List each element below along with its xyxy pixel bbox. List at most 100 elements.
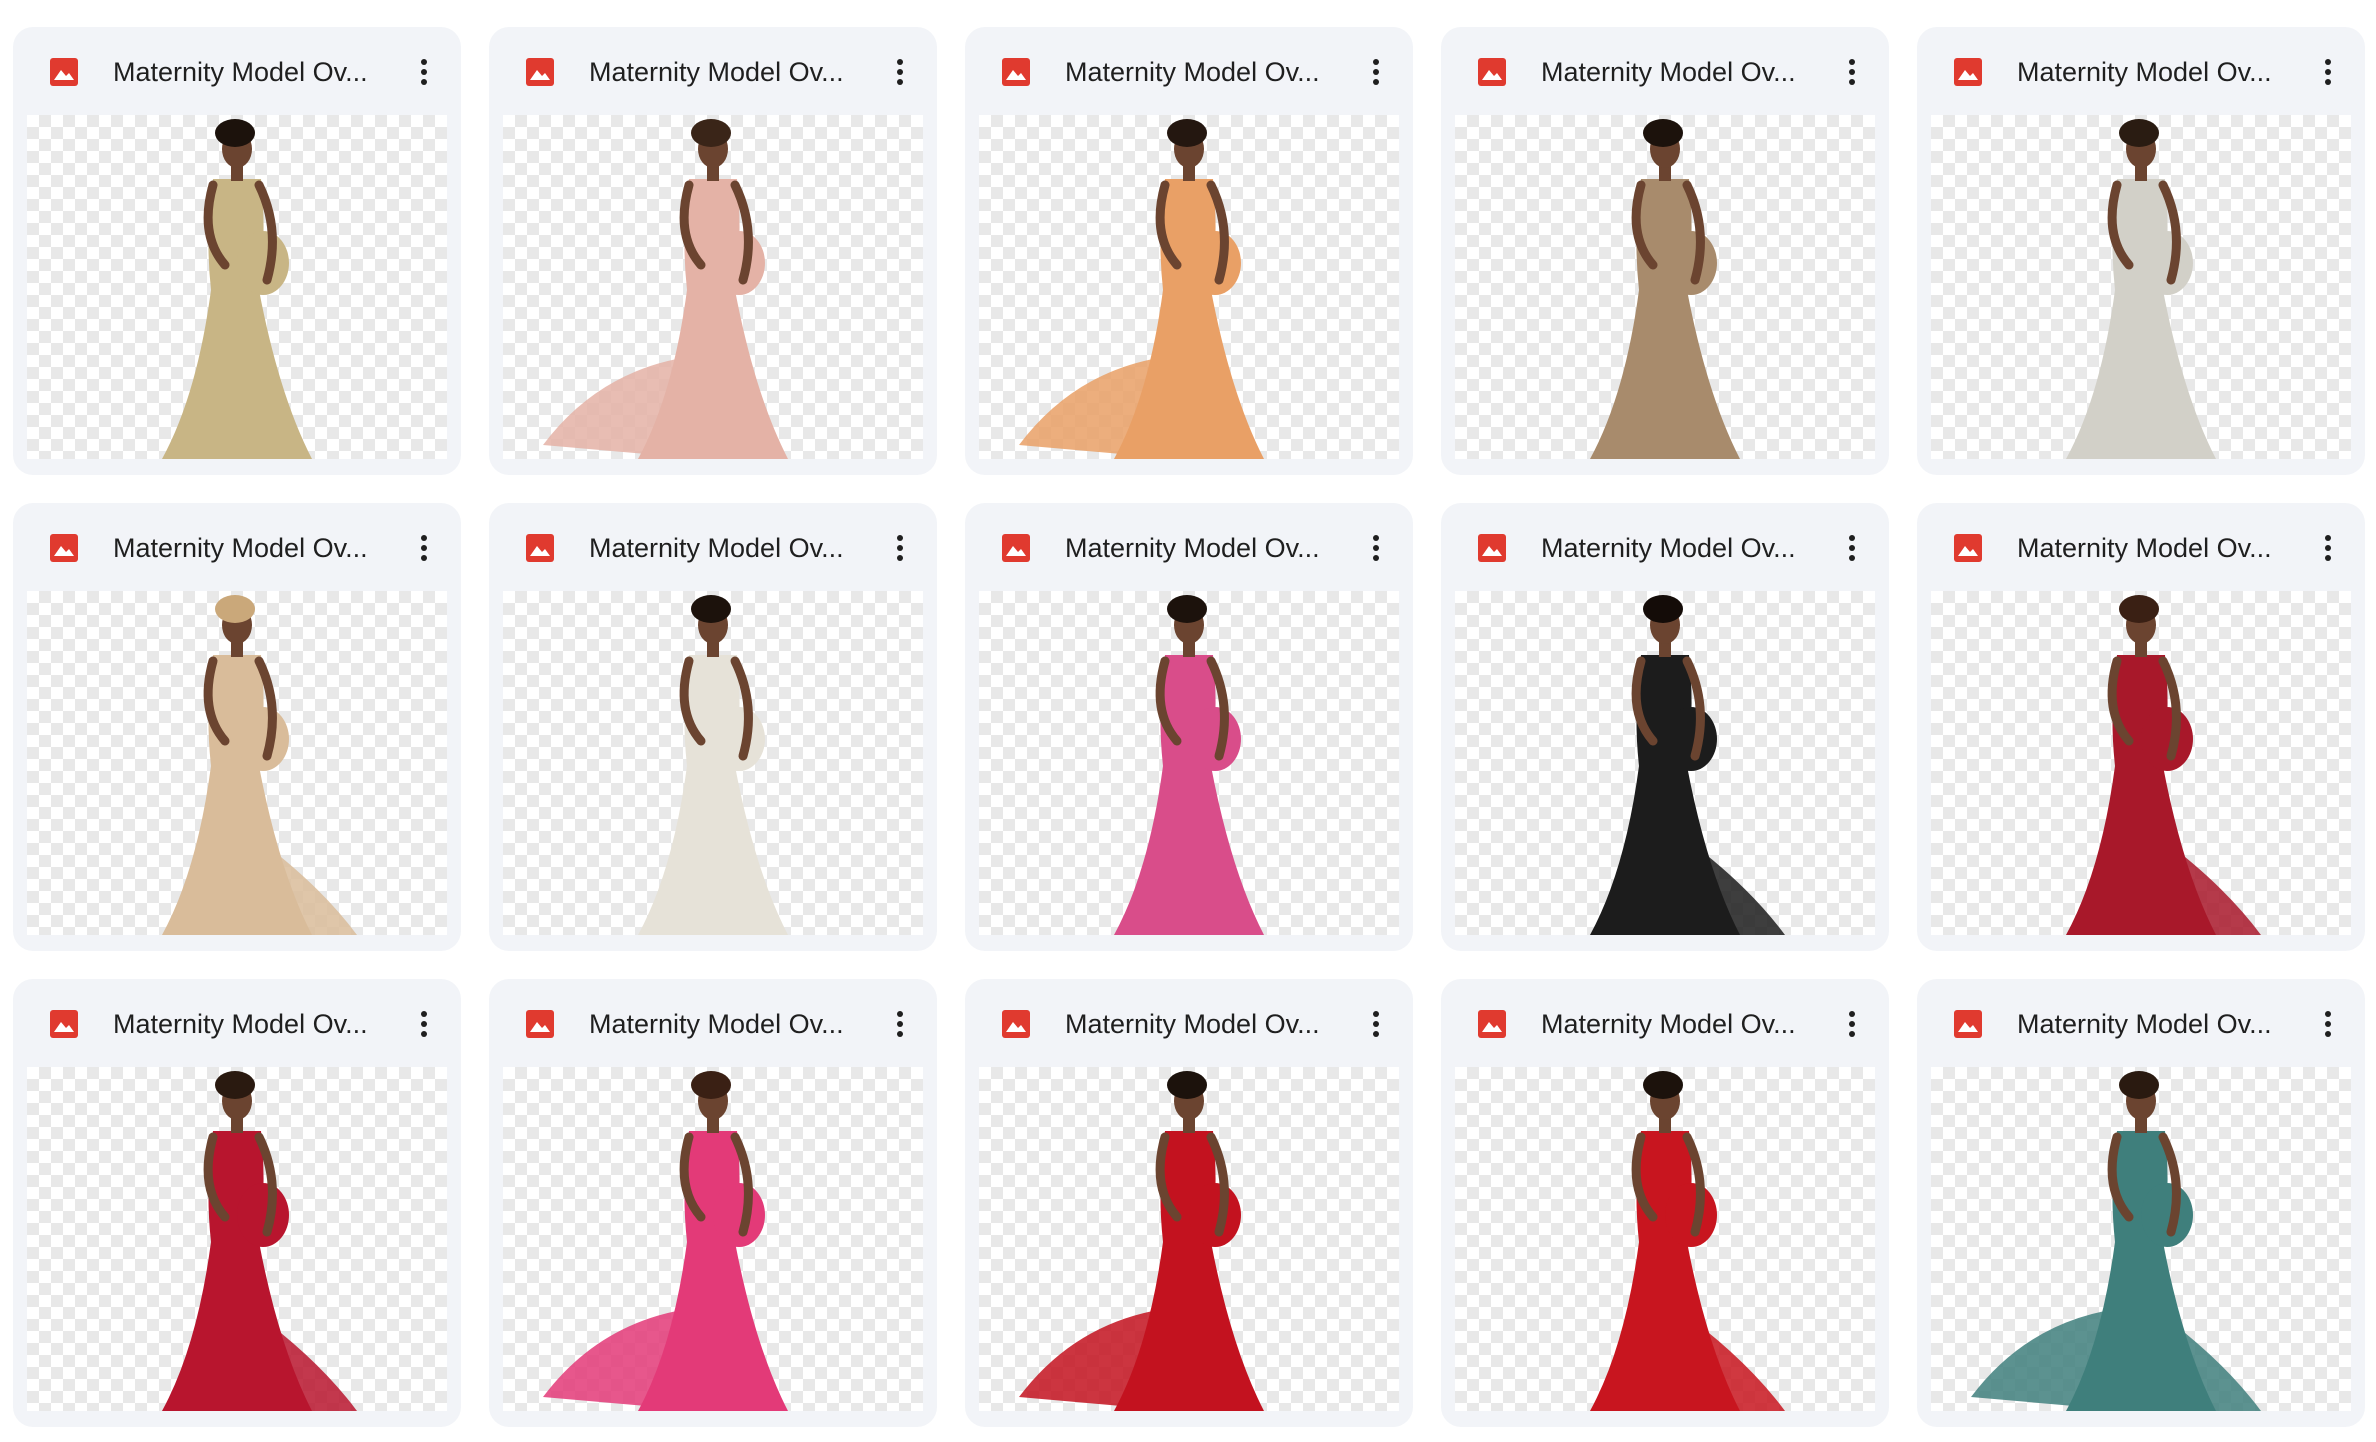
file-thumbnail[interactable] <box>1455 115 1875 459</box>
model-silhouette <box>2066 119 2216 459</box>
file-card[interactable]: Maternity Model Ov... <box>965 503 1413 951</box>
thumbnail-figure <box>543 119 788 459</box>
image-icon <box>1478 534 1506 562</box>
file-card[interactable]: Maternity Model Ov... <box>1441 979 1889 1427</box>
file-thumbnail[interactable] <box>503 1067 923 1411</box>
file-thumbnail[interactable] <box>1931 115 2351 459</box>
model-silhouette <box>1590 119 1740 459</box>
thumbnail-figure <box>162 595 357 935</box>
thumbnail-figure <box>543 1071 788 1411</box>
model-silhouette <box>1590 595 1785 935</box>
more-vert-icon[interactable] <box>1356 1004 1396 1044</box>
thumbnail-figure <box>2066 595 2261 935</box>
file-card[interactable]: Maternity Model Ov... <box>965 979 1413 1427</box>
file-card[interactable]: Maternity Model Ov... <box>13 979 461 1427</box>
more-vert-icon[interactable] <box>2308 528 2348 568</box>
file-thumbnail[interactable] <box>979 1067 1399 1411</box>
more-vert-icon[interactable] <box>404 52 444 92</box>
file-name: Maternity Model Ov... <box>113 533 368 563</box>
file-card-header: Maternity Model Ov... <box>1441 27 1889 115</box>
file-card-header: Maternity Model Ov... <box>489 503 937 591</box>
file-card[interactable]: Maternity Model Ov... <box>965 27 1413 475</box>
file-card-header: Maternity Model Ov... <box>489 979 937 1067</box>
more-vert-icon[interactable] <box>1832 528 1872 568</box>
file-card-header: Maternity Model Ov... <box>1441 979 1889 1067</box>
file-thumbnail[interactable] <box>979 115 1399 459</box>
image-icon <box>1954 58 1982 86</box>
more-vert-icon[interactable] <box>880 528 920 568</box>
more-vert-icon[interactable] <box>1832 52 1872 92</box>
model-silhouette <box>1019 119 1264 459</box>
file-card-header: Maternity Model Ov... <box>1917 27 2365 115</box>
image-icon <box>526 58 554 86</box>
model-silhouette <box>543 119 788 459</box>
thumbnail-figure <box>1019 1071 1264 1411</box>
file-name: Maternity Model Ov... <box>1065 1009 1320 1039</box>
file-card-header: Maternity Model Ov... <box>965 979 1413 1067</box>
more-vert-icon[interactable] <box>880 1004 920 1044</box>
model-silhouette <box>2066 595 2261 935</box>
more-vert-icon[interactable] <box>1356 528 1396 568</box>
file-card[interactable]: Maternity Model Ov... <box>1917 503 2365 951</box>
image-icon <box>1954 534 1982 562</box>
file-card-header: Maternity Model Ov... <box>965 27 1413 115</box>
file-card-header: Maternity Model Ov... <box>13 979 461 1067</box>
more-vert-icon[interactable] <box>404 1004 444 1044</box>
image-icon <box>50 534 78 562</box>
file-name: Maternity Model Ov... <box>589 57 844 87</box>
file-card[interactable]: Maternity Model Ov... <box>489 27 937 475</box>
thumbnail-figure <box>1590 119 1740 459</box>
file-thumbnail[interactable] <box>1931 591 2351 935</box>
file-name: Maternity Model Ov... <box>1065 57 1320 87</box>
file-name: Maternity Model Ov... <box>1541 1009 1796 1039</box>
more-vert-icon[interactable] <box>1832 1004 1872 1044</box>
file-card[interactable]: Maternity Model Ov... <box>1441 503 1889 951</box>
file-thumbnail[interactable] <box>27 115 447 459</box>
file-name: Maternity Model Ov... <box>1065 533 1320 563</box>
file-thumbnail[interactable] <box>1455 591 1875 935</box>
file-name: Maternity Model Ov... <box>2017 533 2272 563</box>
file-name: Maternity Model Ov... <box>589 1009 844 1039</box>
model-silhouette <box>162 595 357 935</box>
file-card[interactable]: Maternity Model Ov... <box>1917 979 2365 1427</box>
file-card[interactable]: Maternity Model Ov... <box>13 27 461 475</box>
thumbnail-figure <box>1971 1071 2261 1411</box>
model-silhouette <box>1971 1071 2261 1411</box>
more-vert-icon[interactable] <box>1356 52 1396 92</box>
file-card[interactable]: Maternity Model Ov... <box>489 503 937 951</box>
thumbnail-figure <box>1590 595 1785 935</box>
file-card[interactable]: Maternity Model Ov... <box>1917 27 2365 475</box>
more-vert-icon[interactable] <box>2308 1004 2348 1044</box>
more-vert-icon[interactable] <box>404 528 444 568</box>
thumbnail-figure <box>1590 1071 1785 1411</box>
more-vert-icon[interactable] <box>880 52 920 92</box>
file-thumbnail[interactable] <box>27 1067 447 1411</box>
thumbnail-figure <box>162 1071 357 1411</box>
file-name: Maternity Model Ov... <box>113 1009 368 1039</box>
image-icon <box>526 534 554 562</box>
model-silhouette <box>1114 595 1264 935</box>
file-thumbnail[interactable] <box>503 591 923 935</box>
model-silhouette <box>1590 1071 1785 1411</box>
file-thumbnail[interactable] <box>1931 1067 2351 1411</box>
image-icon <box>50 58 78 86</box>
file-name: Maternity Model Ov... <box>2017 1009 2272 1039</box>
file-name: Maternity Model Ov... <box>113 57 368 87</box>
file-card[interactable]: Maternity Model Ov... <box>13 503 461 951</box>
more-vert-icon[interactable] <box>2308 52 2348 92</box>
file-thumbnail[interactable] <box>27 591 447 935</box>
model-silhouette <box>638 595 788 935</box>
file-card[interactable]: Maternity Model Ov... <box>489 979 937 1427</box>
thumbnail-figure <box>1114 595 1264 935</box>
image-icon <box>1478 58 1506 86</box>
file-card[interactable]: Maternity Model Ov... <box>1441 27 1889 475</box>
file-card-header: Maternity Model Ov... <box>1441 503 1889 591</box>
file-thumbnail[interactable] <box>503 115 923 459</box>
thumbnail-figure <box>2066 119 2216 459</box>
image-icon <box>1954 1010 1982 1038</box>
file-name: Maternity Model Ov... <box>1541 533 1796 563</box>
file-thumbnail[interactable] <box>1455 1067 1875 1411</box>
file-card-header: Maternity Model Ov... <box>13 27 461 115</box>
file-card-header: Maternity Model Ov... <box>13 503 461 591</box>
file-thumbnail[interactable] <box>979 591 1399 935</box>
